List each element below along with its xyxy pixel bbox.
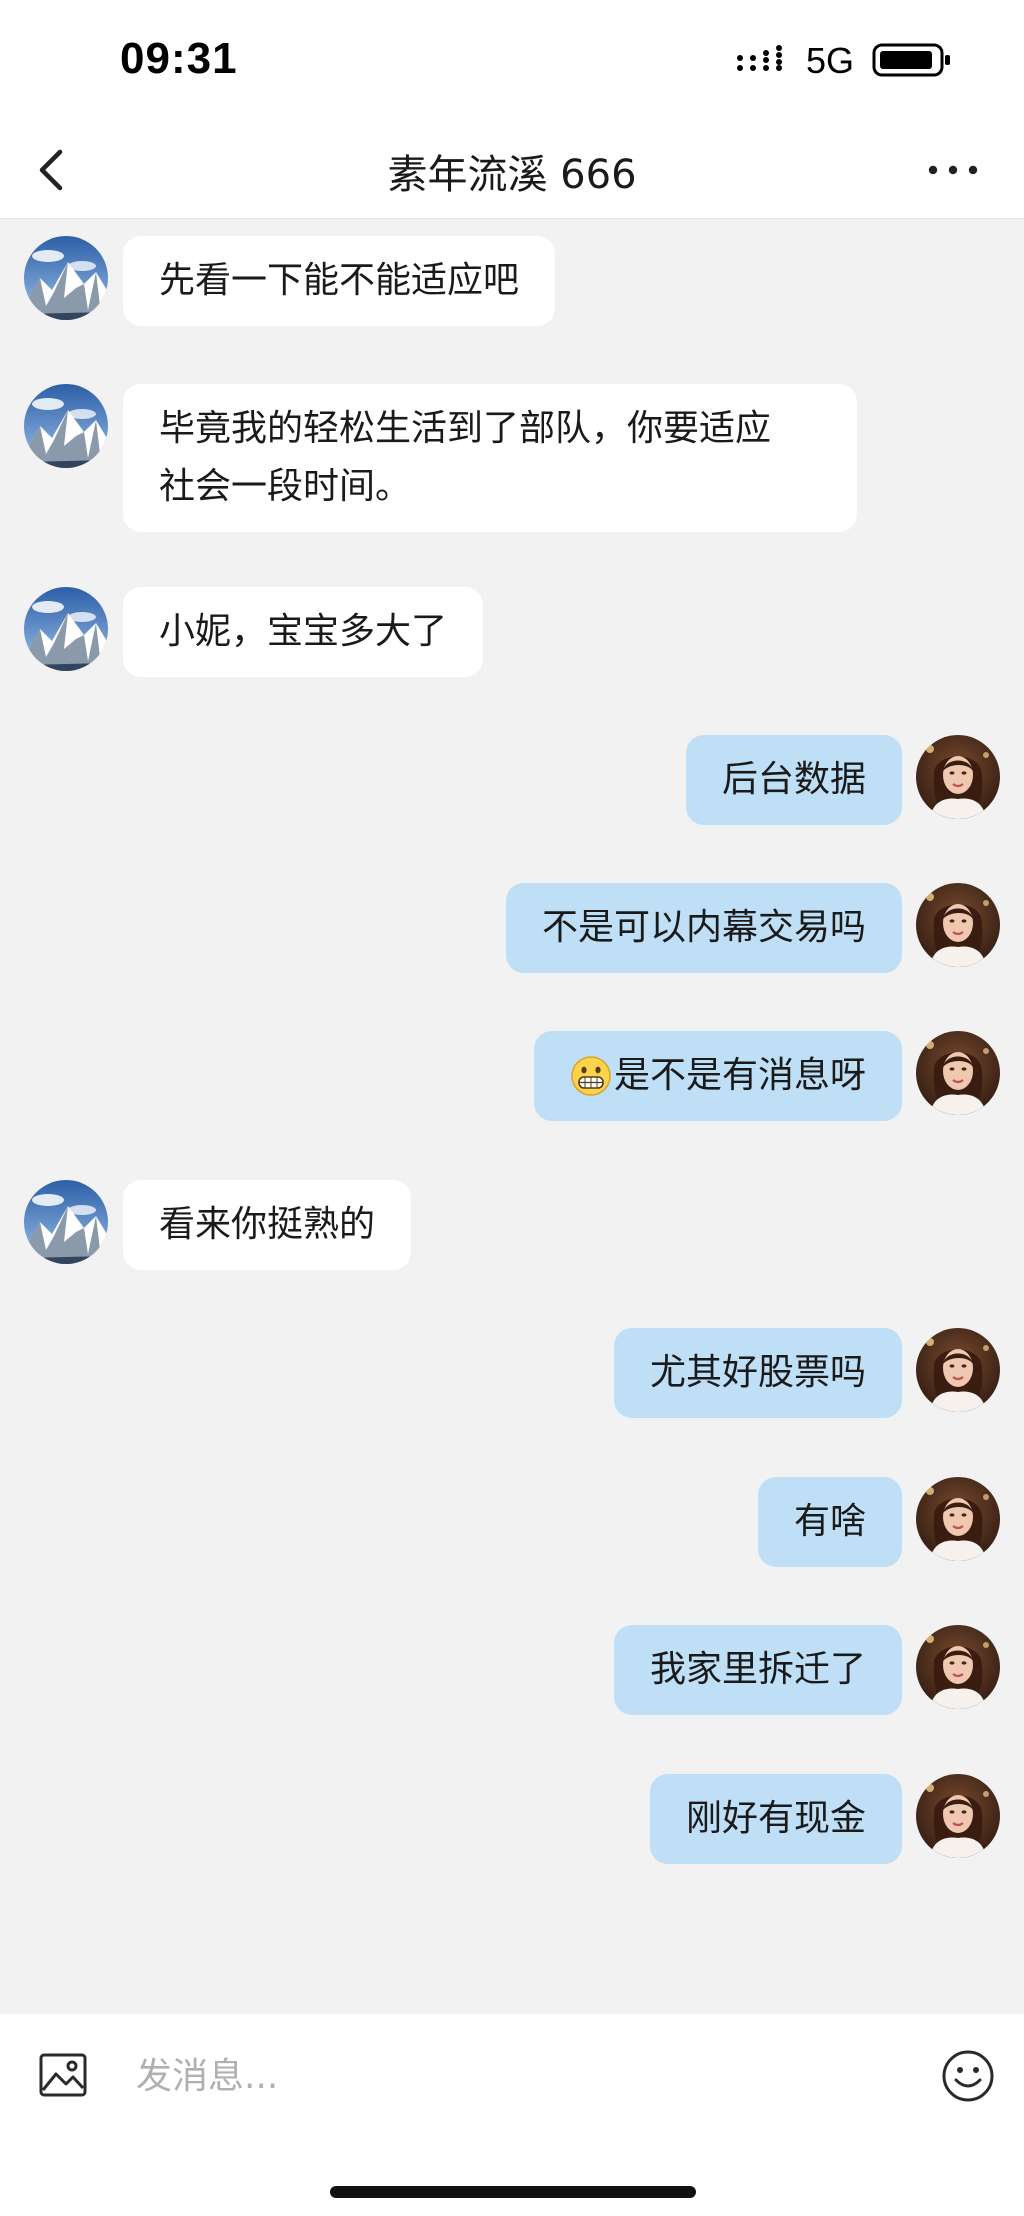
user-avatar[interactable] [916, 883, 1000, 967]
chat-title: 素年流溪 666 [387, 152, 637, 198]
message-bubble[interactable]: 先看一下能不能适应吧 [123, 236, 556, 326]
user-avatar[interactable] [916, 1625, 1000, 1709]
message-bubble[interactable]: 我家里拆迁了 [613, 1625, 902, 1715]
message-bubble[interactable]: 不是可以内幕交易吗 [505, 883, 902, 973]
home-indicator[interactable] [330, 2186, 696, 2198]
signal-icon [737, 45, 782, 71]
image-icon[interactable] [38, 2050, 88, 2100]
user-avatar[interactable] [916, 1031, 1000, 1115]
message-line: 毕竟我的轻松生活到了部队，你要适应 [159, 408, 772, 449]
user-avatar[interactable] [916, 735, 1000, 819]
message-bubble[interactable]: 是不是有消息呀 [533, 1031, 902, 1121]
grin-emoji-icon [571, 1056, 611, 1096]
contact-avatar[interactable] [24, 236, 108, 320]
message-bubble[interactable]: 刚好有现金 [649, 1774, 902, 1864]
smiley-icon[interactable] [940, 2048, 996, 2104]
user-avatar[interactable] [916, 1328, 1000, 1412]
home-area [0, 2136, 1024, 2216]
message-bubble[interactable]: 毕竟我的轻松生活到了部队，你要适应 社会一段时间。 [123, 384, 857, 532]
message-list[interactable]: 先看一下能不能适应吧 毕竟我的轻松生活到了部队，你要适应 社会一段时间。 小妮，… [0, 219, 1024, 2014]
message-bubble[interactable]: 小妮，宝宝多大了 [123, 587, 484, 677]
contact-avatar[interactable] [24, 1180, 108, 1264]
contact-avatar[interactable] [24, 587, 108, 671]
more-horizontal-icon[interactable] [922, 144, 984, 196]
status-time: 09:31 [120, 34, 238, 83]
message-bubble[interactable]: 后台数据 [685, 735, 902, 825]
message-text: 是不是有消息呀 [613, 1055, 866, 1096]
battery-icon [872, 43, 950, 77]
message-line: 社会一段时间。 [159, 466, 412, 507]
message-bubble[interactable]: 尤其好股票吗 [613, 1328, 902, 1418]
chat-header: 素年流溪 666 [0, 120, 1024, 219]
message-bubble[interactable]: 看来你挺熟的 [123, 1180, 412, 1270]
message-bubble[interactable]: 有啥 [757, 1477, 902, 1567]
contact-avatar[interactable] [24, 384, 108, 468]
network-type: 5G [806, 40, 855, 81]
message-input[interactable] [134, 2040, 918, 2112]
message-input-bar [0, 2014, 1024, 2136]
user-avatar[interactable] [916, 1774, 1000, 1858]
user-avatar[interactable] [916, 1477, 1000, 1561]
status-bar: 09:31 5G [0, 0, 1024, 120]
